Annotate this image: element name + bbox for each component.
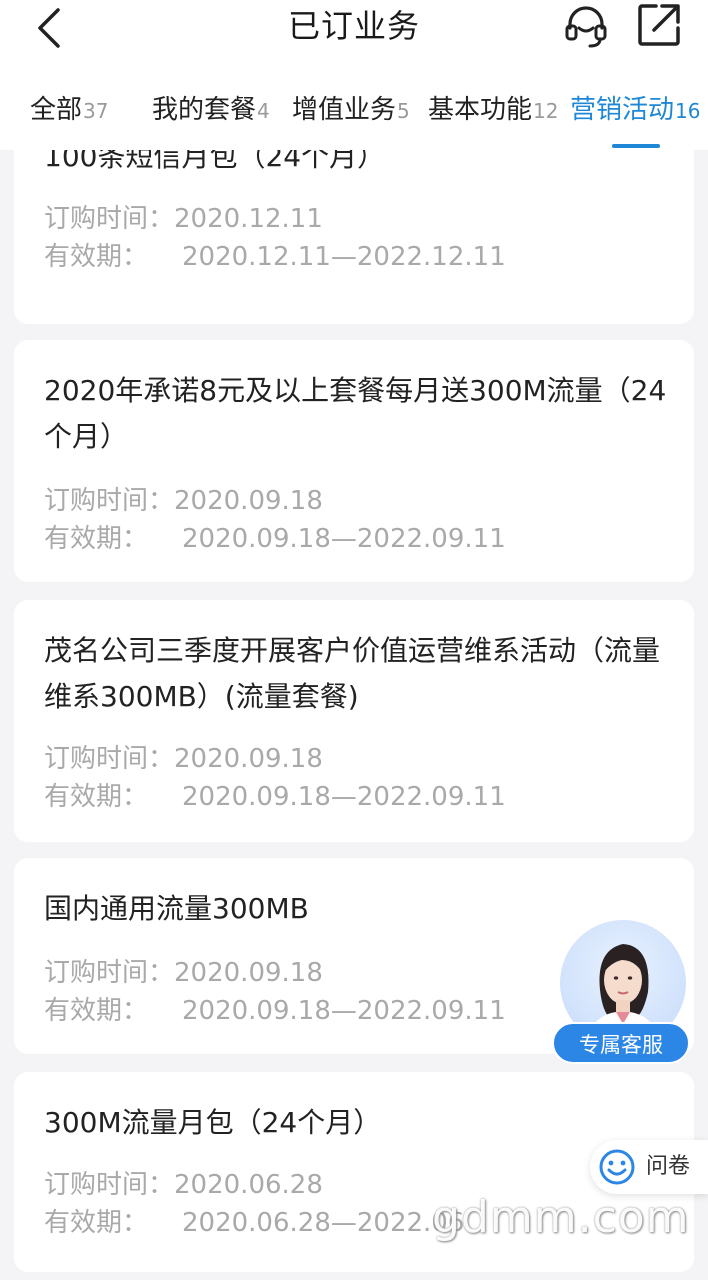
item-title: 茂名公司三季度开展客户价值运营维系活动（流量维系300MB）(流量套餐) bbox=[44, 634, 661, 713]
list-item[interactable]: 100条短信月包（24个月） 订购时间：2020.12.11 有效期： 2020.… bbox=[14, 150, 694, 324]
order-time-label: 订购时间： bbox=[44, 204, 175, 234]
valid-period-value: 2020.06.28—2022.06 bbox=[182, 1208, 465, 1238]
valid-period-row: 有效期： 2020.09.18—2022.09.11 bbox=[44, 992, 506, 1030]
tab-label: 增值业务 bbox=[292, 95, 397, 125]
order-time-row: 订购时间：2020.06.28 bbox=[44, 1166, 323, 1204]
order-time-row: 订购时间：2020.09.18 bbox=[44, 740, 323, 778]
active-tab-indicator bbox=[612, 144, 660, 148]
smile-icon bbox=[599, 1149, 635, 1185]
tab-my-plans[interactable]: 我的套餐4 bbox=[152, 86, 270, 134]
survey-label: 问卷 bbox=[646, 1154, 691, 1179]
valid-period-row: 有效期： 2020.12.11—2022.12.11 bbox=[44, 238, 506, 276]
watermark: gdmm.com bbox=[432, 1192, 690, 1243]
tab-count: 37 bbox=[83, 99, 109, 123]
tab-label: 营销活动 bbox=[570, 95, 675, 125]
item-title: 2020年承诺8元及以上套餐每月送300M流量（24个月） bbox=[44, 374, 667, 453]
list-item[interactable]: 2020年承诺8元及以上套餐每月送300M流量（24个月） 订购时间：2020.… bbox=[14, 340, 694, 582]
agent-label: 专属客服 bbox=[552, 1022, 690, 1064]
order-time-label: 订购时间： bbox=[44, 958, 175, 988]
tab-basic-functions[interactable]: 基本功能12 bbox=[428, 86, 558, 134]
valid-period-value: 2020.09.18—2022.09.11 bbox=[182, 524, 506, 554]
share-button[interactable] bbox=[636, 2, 682, 48]
valid-period-label: 有效期： bbox=[44, 782, 149, 812]
tab-label: 全部 bbox=[30, 95, 83, 125]
tab-value-added[interactable]: 增值业务5 bbox=[292, 86, 410, 134]
order-time-value: 2020.09.18 bbox=[174, 958, 323, 988]
order-time-row: 订购时间：2020.12.11 bbox=[44, 200, 323, 238]
tab-count: 16 bbox=[675, 99, 701, 123]
exclusive-service-button[interactable]: 专属客服 bbox=[552, 920, 690, 1068]
valid-period-value: 2020.09.18—2022.09.11 bbox=[182, 996, 506, 1026]
valid-period-label: 有效期： bbox=[44, 242, 149, 272]
order-time-value: 2020.12.11 bbox=[174, 204, 323, 234]
item-title: 100条短信月包（24个月） bbox=[44, 150, 386, 173]
tab-all[interactable]: 全部37 bbox=[30, 86, 108, 134]
item-title: 300M流量月包（24个月） bbox=[44, 1106, 382, 1139]
valid-period-row: 有效期： 2020.09.18—2022.09.11 bbox=[44, 778, 506, 816]
tab-count: 5 bbox=[397, 99, 410, 123]
order-time-label: 订购时间： bbox=[44, 744, 175, 774]
tab-label: 基本功能 bbox=[428, 95, 533, 125]
customer-service-button[interactable] bbox=[562, 2, 610, 50]
valid-period-label: 有效期： bbox=[44, 1208, 149, 1238]
order-time-value: 2020.06.28 bbox=[174, 1170, 323, 1200]
subscription-list[interactable]: 100条短信月包（24个月） 订购时间：2020.12.11 有效期： 2020.… bbox=[0, 150, 708, 1280]
tab-count: 4 bbox=[257, 99, 270, 123]
valid-period-row: 有效期： 2020.09.18—2022.09.11 bbox=[44, 520, 506, 558]
valid-period-label: 有效期： bbox=[44, 996, 149, 1026]
order-time-label: 订购时间： bbox=[44, 486, 175, 516]
tab-count: 12 bbox=[533, 99, 559, 123]
list-item[interactable]: 茂名公司三季度开展客户价值运营维系活动（流量维系300MB）(流量套餐) 订购时… bbox=[14, 600, 694, 842]
order-time-label: 订购时间： bbox=[44, 1170, 175, 1200]
tab-label: 我的套餐 bbox=[152, 95, 257, 125]
headset-icon bbox=[565, 6, 607, 48]
share-external-icon bbox=[638, 4, 680, 46]
valid-period-value: 2020.12.11—2022.12.11 bbox=[182, 242, 506, 272]
order-time-value: 2020.09.18 bbox=[174, 486, 323, 516]
top-bar: 已订业务 全部37 我的套餐4 增值业务5 基本功能12 营销活动16 bbox=[0, 0, 708, 150]
category-tabs: 全部37 我的套餐4 增值业务5 基本功能12 营销活动16 bbox=[0, 86, 708, 150]
order-time-value: 2020.09.18 bbox=[174, 744, 323, 774]
valid-period-label: 有效期： bbox=[44, 524, 149, 554]
order-time-row: 订购时间：2020.09.18 bbox=[44, 482, 323, 520]
survey-button[interactable]: 问卷 bbox=[590, 1140, 708, 1194]
valid-period-row: 有效期： 2020.06.28—2022.06 bbox=[44, 1204, 464, 1242]
valid-period-value: 2020.09.18—2022.09.11 bbox=[182, 782, 506, 812]
order-time-row: 订购时间：2020.09.18 bbox=[44, 954, 323, 992]
tab-marketing[interactable]: 营销活动16 bbox=[570, 86, 700, 134]
